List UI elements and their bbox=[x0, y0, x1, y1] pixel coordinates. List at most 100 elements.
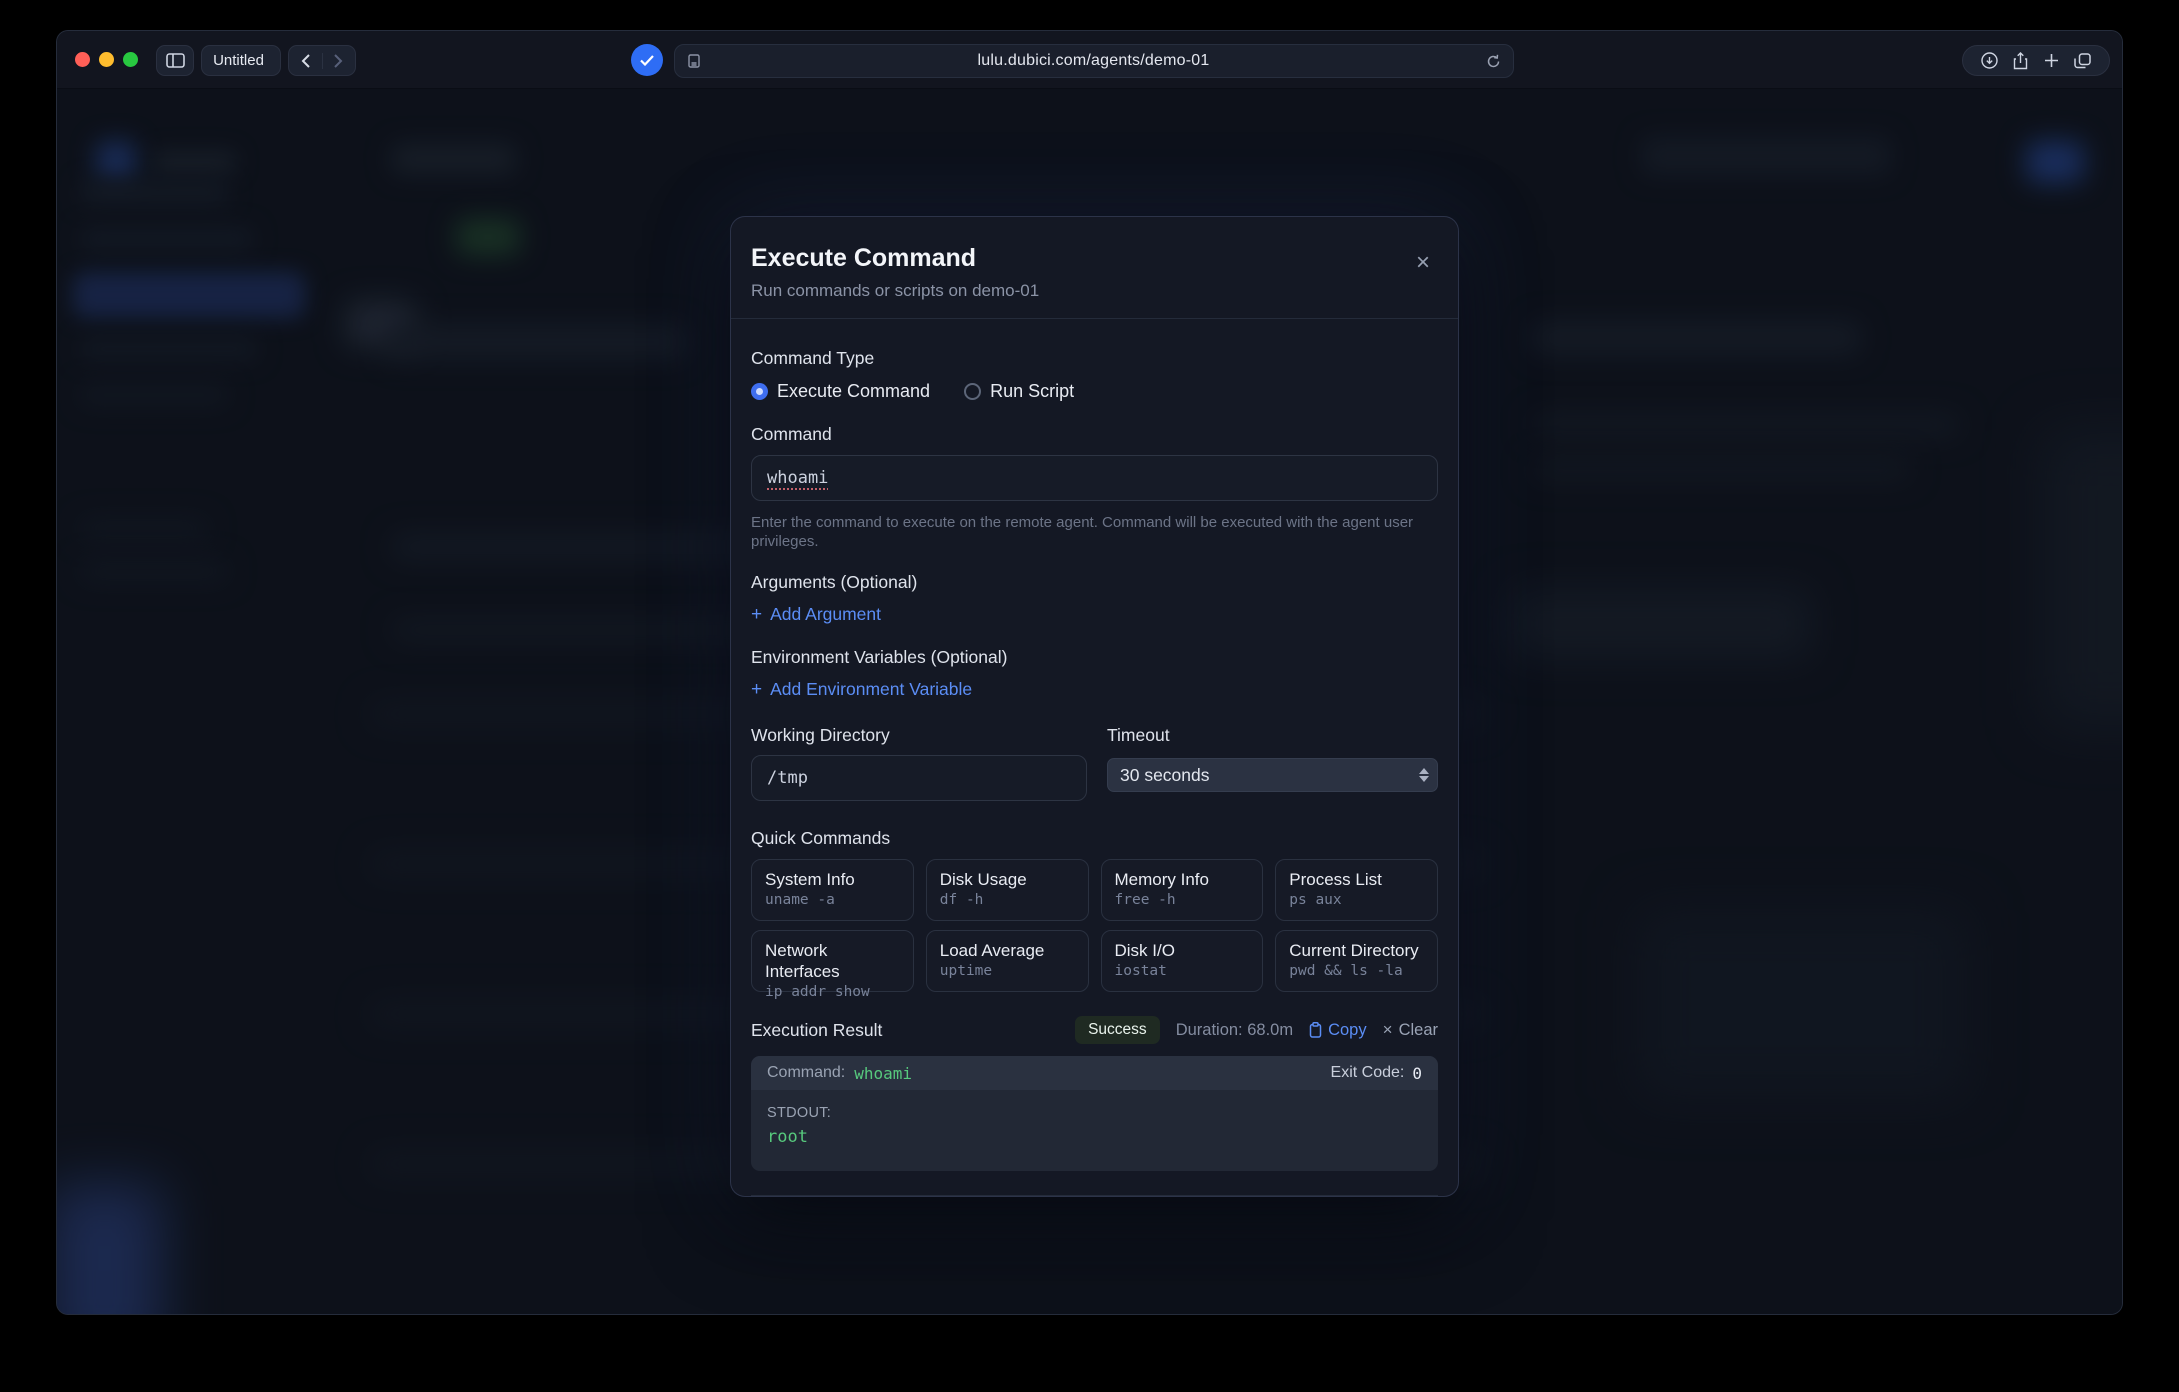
env-label: Environment Variables (Optional) bbox=[751, 646, 1438, 668]
command-section: Command whoami Enter the command to exec… bbox=[751, 423, 1438, 551]
result-controls: Success Duration: 68.0m Copy × Clear bbox=[1075, 1016, 1438, 1044]
plus-icon: + bbox=[751, 605, 762, 624]
quick-command-title: Network Interfaces bbox=[765, 940, 900, 982]
browser-toolbar: Untitled bbox=[57, 31, 2122, 89]
dialog-header: Execute Command Run commands or scripts … bbox=[731, 217, 1458, 319]
quick-command-disk-io[interactable]: Disk I/O iostat bbox=[1101, 930, 1264, 992]
wd-timeout-row: Working Directory Timeout 30 seconds bbox=[751, 724, 1438, 801]
quick-command-system-info[interactable]: System Info uname -a bbox=[751, 859, 914, 921]
command-type-section: Command Type Execute Command Run Script bbox=[751, 347, 1438, 402]
new-tab-button[interactable] bbox=[2044, 53, 2059, 68]
quick-command-title: Memory Info bbox=[1115, 869, 1250, 890]
arguments-section: Arguments (Optional) + Add Argument bbox=[751, 571, 1438, 625]
dialog-subtitle: Run commands or scripts on demo-01 bbox=[751, 280, 1438, 302]
quick-command-cmd: free -h bbox=[1115, 892, 1250, 908]
exit-code-label: Exit Code: bbox=[1331, 1064, 1405, 1082]
downloads-button[interactable] bbox=[1981, 52, 1998, 69]
url-text: lulu.dubici.com/agents/demo-01 bbox=[701, 52, 1486, 70]
select-stepper-icon bbox=[1419, 768, 1429, 782]
nav-buttons bbox=[288, 45, 356, 76]
quick-command-load-average[interactable]: Load Average uptime bbox=[926, 930, 1089, 992]
quick-command-title: System Info bbox=[765, 869, 900, 890]
quick-command-cmd: ps aux bbox=[1289, 892, 1424, 908]
radio-label: Execute Command bbox=[777, 381, 930, 402]
timeout-field: Timeout 30 seconds bbox=[1107, 724, 1438, 801]
status-badge: Success bbox=[1075, 1016, 1160, 1044]
working-directory-field: Working Directory bbox=[751, 724, 1087, 801]
quick-command-current-directory[interactable]: Current Directory pwd && ls -la bbox=[1275, 930, 1438, 992]
quick-command-title: Load Average bbox=[940, 940, 1075, 961]
result-command-value: whoami bbox=[854, 1064, 912, 1083]
check-icon bbox=[640, 55, 654, 66]
timeout-select[interactable]: 30 seconds bbox=[1107, 758, 1438, 792]
quick-command-cmd: uptime bbox=[940, 963, 1075, 979]
add-env-variable-button[interactable]: + Add Environment Variable bbox=[751, 678, 972, 700]
zoom-window-button[interactable] bbox=[123, 52, 138, 67]
browser-window: Untitled bbox=[56, 30, 2123, 1315]
clear-label: Clear bbox=[1399, 1021, 1438, 1040]
command-label: Command bbox=[751, 423, 1438, 445]
extension-badge-button[interactable] bbox=[631, 44, 663, 76]
address-bar[interactable]: lulu.dubici.com/agents/demo-01 bbox=[674, 44, 1514, 78]
radio-unselected-icon bbox=[964, 383, 981, 400]
stdout-value: root bbox=[767, 1127, 1422, 1147]
quick-command-memory-info[interactable]: Memory Info free -h bbox=[1101, 859, 1264, 921]
quick-command-process-list[interactable]: Process List ps aux bbox=[1275, 859, 1438, 921]
refresh-icon[interactable] bbox=[1486, 54, 1501, 69]
tab-title-button[interactable]: Untitled bbox=[201, 45, 281, 76]
plus-icon: + bbox=[751, 680, 762, 699]
tab-overview-button[interactable] bbox=[2074, 53, 2091, 69]
dialog-title: Execute Command bbox=[751, 243, 1438, 273]
result-command-label: Command: bbox=[767, 1064, 845, 1082]
quick-command-title: Process List bbox=[1289, 869, 1424, 890]
arguments-label: Arguments (Optional) bbox=[751, 571, 1438, 593]
result-output: STDOUT: root bbox=[751, 1090, 1438, 1171]
stdout-label: STDOUT: bbox=[767, 1105, 1422, 1121]
exit-code-value: 0 bbox=[1412, 1064, 1422, 1083]
execution-result-label: Execution Result bbox=[751, 1020, 1075, 1041]
minimize-window-button[interactable] bbox=[99, 52, 114, 67]
command-type-options: Execute Command Run Script bbox=[751, 381, 1438, 402]
command-help-text: Enter the command to execute on the remo… bbox=[751, 513, 1438, 551]
quick-command-cmd: df -h bbox=[940, 892, 1075, 908]
env-section: Environment Variables (Optional) + Add E… bbox=[751, 646, 1438, 700]
x-icon: × bbox=[1383, 1020, 1393, 1040]
dialog-footer: Commands will be executed on demo-01 New… bbox=[751, 1195, 1438, 1197]
chevron-left-icon bbox=[301, 54, 310, 68]
forward-button[interactable] bbox=[322, 46, 355, 75]
quick-command-cmd: iostat bbox=[1115, 963, 1250, 979]
command-type-label: Command Type bbox=[751, 347, 1438, 369]
traffic-lights bbox=[75, 52, 138, 67]
share-icon[interactable] bbox=[2013, 52, 2028, 70]
copy-label: Copy bbox=[1328, 1021, 1367, 1040]
close-window-button[interactable] bbox=[75, 52, 90, 67]
sidebar-toggle-button[interactable] bbox=[156, 45, 194, 76]
command-input[interactable]: whoami bbox=[751, 455, 1438, 501]
working-directory-input[interactable] bbox=[751, 755, 1087, 801]
quick-command-network-interfaces[interactable]: Network Interfaces ip addr show bbox=[751, 930, 914, 992]
sidebar-toggle-icon bbox=[166, 53, 185, 68]
timeout-label: Timeout bbox=[1107, 724, 1438, 746]
working-directory-label: Working Directory bbox=[751, 724, 1087, 746]
quick-command-title: Current Directory bbox=[1289, 940, 1424, 961]
quick-commands-grid: System Info uname -a Disk Usage df -h Me… bbox=[751, 859, 1438, 992]
clipboard-icon bbox=[1309, 1022, 1322, 1038]
radio-run-script[interactable]: Run Script bbox=[964, 381, 1074, 402]
quick-command-disk-usage[interactable]: Disk Usage df -h bbox=[926, 859, 1089, 921]
execute-command-dialog: Execute Command Run commands or scripts … bbox=[730, 216, 1459, 1197]
command-input-value: whoami bbox=[767, 468, 828, 488]
desktop: Untitled bbox=[0, 0, 2179, 1392]
quick-command-title: Disk I/O bbox=[1115, 940, 1250, 961]
copy-button[interactable]: Copy bbox=[1309, 1021, 1367, 1040]
add-argument-button[interactable]: + Add Argument bbox=[751, 603, 881, 625]
radio-label: Run Script bbox=[990, 381, 1074, 402]
clear-button[interactable]: × Clear bbox=[1383, 1020, 1438, 1040]
close-icon[interactable]: × bbox=[1410, 251, 1436, 277]
back-button[interactable] bbox=[289, 46, 322, 75]
execution-result-box: Command: whoami Exit Code: 0 STDOUT: roo… bbox=[751, 1056, 1438, 1171]
radio-execute-command[interactable]: Execute Command bbox=[751, 381, 930, 402]
radio-selected-icon bbox=[751, 383, 768, 400]
toolbar-right-cluster bbox=[1962, 45, 2110, 76]
add-env-variable-label: Add Environment Variable bbox=[770, 678, 972, 700]
result-command-bar: Command: whoami Exit Code: 0 bbox=[751, 1056, 1438, 1090]
